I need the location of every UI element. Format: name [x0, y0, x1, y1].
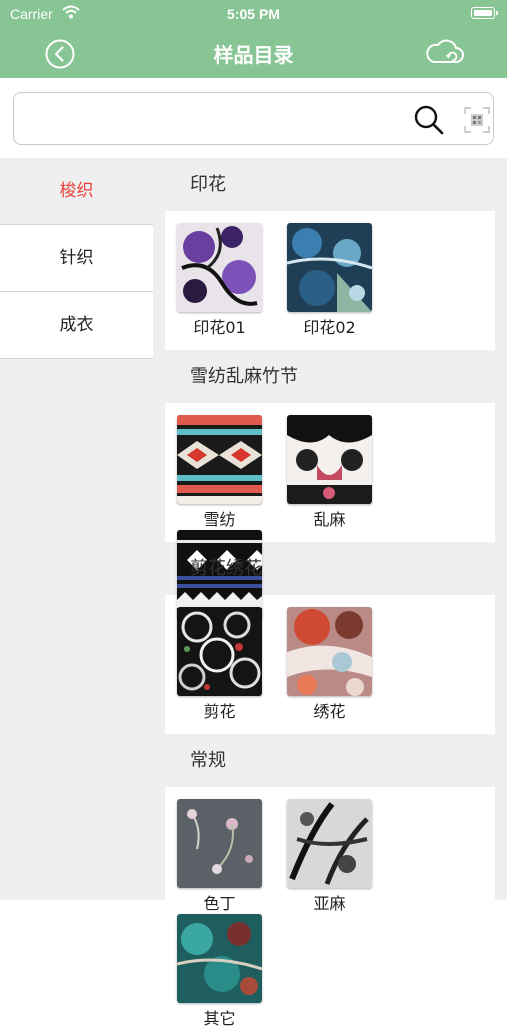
sample-grid: 印花01 印花02: [165, 211, 495, 350]
qr-scan-icon[interactable]: [464, 107, 490, 133]
sample-tile[interactable]: 雪纺: [177, 415, 287, 530]
sample-tile[interactable]: 色丁: [177, 799, 287, 914]
sidebar-item-knit[interactable]: 针织: [0, 225, 153, 292]
sample-grid: 剪花 绣花: [165, 595, 495, 734]
sample-label: 印花02: [303, 318, 356, 337]
sample-tile[interactable]: 剪花: [177, 607, 287, 724]
sample-grid: 雪纺 乱麻 竹节: [165, 403, 495, 644]
sample-tile[interactable]: 其它: [177, 914, 287, 1029]
sample-thumbnail: [177, 799, 262, 888]
search-bar: [13, 92, 494, 145]
status-bar: Carrier 5:05 PM: [0, 0, 507, 28]
sample-label: 亚麻: [313, 894, 346, 913]
search-input[interactable]: [26, 103, 406, 135]
sidebar-item-garment[interactable]: 成衣: [0, 292, 153, 359]
sample-tile[interactable]: 绣花: [287, 607, 397, 724]
sample-thumbnail: [177, 415, 262, 504]
sample-thumbnail: [287, 607, 372, 696]
sample-thumbnail: [287, 799, 372, 888]
sidebar-item-woven[interactable]: 梭织: [0, 158, 153, 225]
sample-tile[interactable]: 印花01: [177, 223, 287, 340]
sample-thumbnail: [177, 914, 262, 1003]
sample-list: 印花 印花01 印花02 雪纺乱麻竹节 雪纺 乱麻 剪花绣花 剪花 绣花 常规 …: [165, 158, 495, 1028]
cloud-sync-icon[interactable]: [424, 36, 466, 70]
section-title: 雪纺乱麻竹节: [190, 366, 298, 387]
battery-icon: [471, 7, 498, 19]
sample-label: 乱麻: [313, 510, 346, 529]
sample-tile[interactable]: 亚麻: [287, 799, 397, 914]
status-time: 5:05 PM: [227, 6, 280, 22]
sample-thumbnail: [287, 415, 372, 504]
search-icon[interactable]: [412, 103, 446, 137]
sample-tile[interactable]: 印花02: [287, 223, 397, 340]
catalog-content: 梭织 针织 成衣 印花 印花01 印花02 雪纺乱麻竹节 雪纺 乱麻 剪花绣花 …: [0, 158, 507, 1028]
category-sidebar: 梭织 针织 成衣: [0, 158, 153, 359]
sample-label: 印花01: [193, 318, 246, 337]
sample-thumbnail: [177, 607, 262, 696]
section-title: 剪花绣花: [190, 558, 262, 579]
sample-label: 绣花: [313, 702, 346, 721]
sample-tile[interactable]: 乱麻: [287, 415, 397, 530]
sample-label: 色丁: [203, 894, 236, 913]
sample-grid: 色丁 亚麻 其它: [165, 787, 495, 1028]
sample-label: 雪纺: [203, 510, 236, 529]
sample-label: 其它: [203, 1009, 236, 1028]
section-title: 印花: [190, 174, 226, 195]
sample-label: 剪花: [203, 702, 236, 721]
sample-thumbnail: [177, 223, 262, 312]
sample-thumbnail: [287, 223, 372, 312]
section-title: 常规: [190, 750, 226, 771]
navigation-bar: 样品目录: [0, 28, 507, 78]
